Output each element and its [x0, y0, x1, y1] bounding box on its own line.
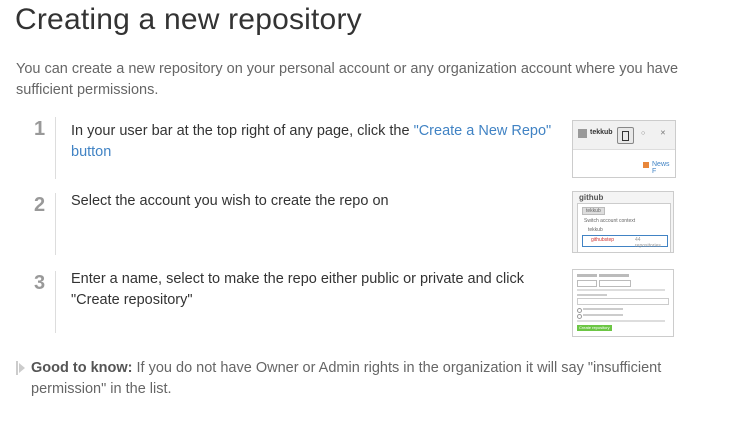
step-number: 2	[26, 193, 56, 255]
step-3: 3 Enter a name, select to make the repo …	[26, 269, 686, 337]
step-1-screenshot: tekkub ○ ✕ News F	[572, 120, 676, 178]
thumb-username: tekkub	[590, 129, 613, 136]
step-number: 3	[26, 271, 56, 333]
step-text: Enter a name, select to make the repo ei…	[71, 271, 524, 308]
thumb-create-button: Create repository	[577, 325, 612, 331]
intro-paragraph: You can create a new repository on your …	[16, 61, 679, 98]
page-title: Creating a new repository	[15, 3, 362, 36]
note-label: Good to know:	[31, 360, 133, 376]
thumb-account-button: tekkub	[582, 207, 605, 215]
step-text-before: In your user bar at the top right of any…	[71, 123, 414, 139]
avatar	[578, 129, 587, 138]
step-number: 1	[26, 117, 56, 179]
notifications-icon: ○	[641, 130, 646, 137]
thumb-news-link: News F	[652, 161, 670, 175]
tools-icon: ✕	[660, 130, 666, 137]
step-text: Select the account you wish to create th…	[71, 193, 389, 209]
thumb-user-item: tekkub	[588, 227, 603, 233]
step-text: In your user bar at the top right of any…	[71, 121, 561, 163]
step-2: 2 Select the account you wish to create …	[26, 191, 686, 259]
thumb-org-item: githubstep 44 repositories	[582, 235, 668, 249]
rss-icon	[643, 162, 649, 168]
thumb-dropdown-title: Switch account context	[584, 218, 636, 224]
callout-arrow-icon	[16, 361, 28, 375]
create-repo-icon	[617, 127, 634, 144]
step-2-screenshot: github tekkub Switch account context tek…	[572, 191, 674, 253]
good-to-know-note: Good to know: If you do not have Owner o…	[16, 358, 716, 400]
step-3-screenshot: Create repository	[572, 269, 674, 337]
step-1: 1 In your user bar at the top right of a…	[26, 117, 686, 183]
thumb-brand-logo: github	[579, 193, 604, 202]
